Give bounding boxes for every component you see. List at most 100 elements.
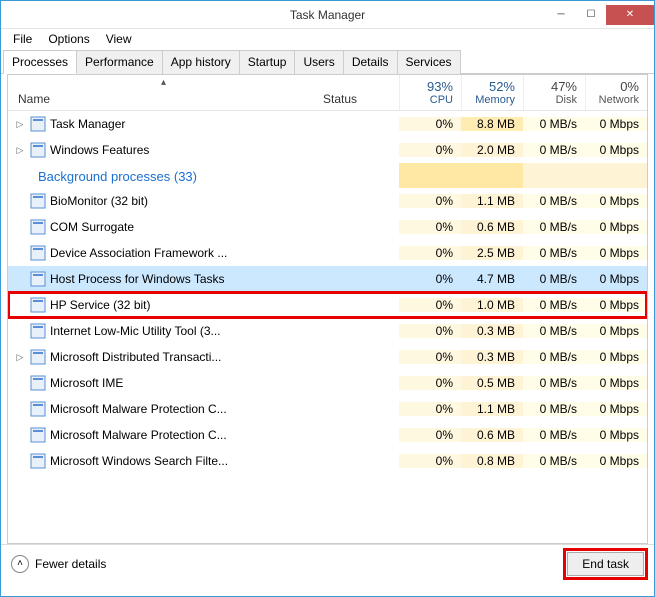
tab-app-history[interactable]: App history (162, 50, 240, 74)
process-name: Windows Features (50, 143, 149, 157)
disk-value: 0 MB/s (523, 298, 585, 312)
column-headers: ▴ Name Status 93% CPU 52% Memory 47% Dis… (8, 75, 647, 111)
disk-value: 0 MB/s (523, 402, 585, 416)
network-value: 0 Mbps (585, 298, 647, 312)
process-name: HP Service (32 bit) (50, 298, 150, 312)
column-memory[interactable]: 52% Memory (461, 75, 523, 110)
end-task-button[interactable]: End task (567, 552, 644, 576)
memory-value: 1.0 MB (461, 298, 523, 312)
process-list: ▴ Name Status 93% CPU 52% Memory 47% Dis… (7, 74, 648, 544)
table-row[interactable]: ▷Internet Low-Mic Utility Tool (3...0%0.… (8, 318, 647, 344)
process-name: COM Surrogate (50, 220, 134, 234)
tab-services[interactable]: Services (397, 50, 461, 74)
app-icon (30, 116, 46, 132)
cpu-value: 0% (399, 298, 461, 312)
cpu-value: 0% (399, 246, 461, 260)
menubar: File Options View (1, 29, 654, 49)
column-cpu[interactable]: 93% CPU (399, 75, 461, 110)
expander-icon[interactable]: ▷ (14, 119, 26, 130)
titlebar[interactable]: Task Manager ─ ☐ ✕ (1, 1, 654, 29)
table-row[interactable]: ▷Microsoft Malware Protection C...0%0.6 … (8, 422, 647, 448)
menu-file[interactable]: File (5, 30, 40, 48)
app-icon (30, 193, 46, 209)
column-network[interactable]: 0% Network (585, 75, 647, 110)
sort-arrow-icon: ▴ (161, 77, 166, 88)
memory-value: 0.5 MB (461, 376, 523, 390)
process-name: Microsoft Distributed Transacti... (50, 350, 221, 364)
tab-strip: Processes Performance App history Startu… (1, 49, 654, 74)
disk-value: 0 MB/s (523, 376, 585, 390)
process-name: Microsoft Windows Search Filte... (50, 454, 228, 468)
memory-value: 1.1 MB (461, 402, 523, 416)
process-name: Device Association Framework ... (50, 246, 227, 260)
memory-value: 4.7 MB (461, 272, 523, 286)
table-row[interactable]: ▷BioMonitor (32 bit)0%1.1 MB0 MB/s0 Mbps (8, 188, 647, 214)
network-value: 0 Mbps (585, 376, 647, 390)
fewer-details-button[interactable]: ˄ Fewer details (11, 555, 106, 573)
table-row[interactable]: ▷Device Association Framework ...0%2.5 M… (8, 240, 647, 266)
network-value: 0 Mbps (585, 246, 647, 260)
column-disk[interactable]: 47% Disk (523, 75, 585, 110)
disk-value: 0 MB/s (523, 324, 585, 338)
menu-view[interactable]: View (98, 30, 140, 48)
table-row[interactable]: ▷Task Manager0%8.8 MB0 MB/s0 Mbps (8, 111, 647, 137)
app-icon (30, 401, 46, 417)
network-value: 0 Mbps (585, 220, 647, 234)
disk-value: 0 MB/s (523, 194, 585, 208)
table-row[interactable]: ▷COM Surrogate0%0.6 MB0 MB/s0 Mbps (8, 214, 647, 240)
close-button[interactable]: ✕ (606, 5, 654, 25)
table-row[interactable]: ▷Microsoft Windows Search Filte...0%0.8 … (8, 448, 647, 474)
menu-options[interactable]: Options (40, 30, 97, 48)
expander-icon[interactable]: ▷ (14, 145, 26, 156)
tab-startup[interactable]: Startup (239, 50, 296, 74)
network-value: 0 Mbps (585, 324, 647, 338)
tab-details[interactable]: Details (343, 50, 398, 74)
tab-performance[interactable]: Performance (76, 50, 163, 74)
network-value: 0 Mbps (585, 272, 647, 286)
process-name: BioMonitor (32 bit) (50, 194, 148, 208)
cpu-value: 0% (399, 117, 461, 131)
footer: ˄ Fewer details End task (1, 544, 654, 582)
process-rows[interactable]: ▷Task Manager0%8.8 MB0 MB/s0 Mbps▷Window… (8, 111, 647, 543)
column-status[interactable]: Status (319, 75, 399, 110)
network-value: 0 Mbps (585, 428, 647, 442)
network-value: 0 Mbps (585, 117, 647, 131)
app-icon (30, 271, 46, 287)
tab-users[interactable]: Users (294, 50, 343, 74)
table-row[interactable]: ▷HP Service (32 bit)0%1.0 MB0 MB/s0 Mbps (8, 292, 647, 318)
group-header-row: Background processes (33) (8, 163, 647, 188)
background-processes-header[interactable]: Background processes (33) (8, 163, 399, 188)
memory-value: 2.5 MB (461, 246, 523, 260)
expander-icon[interactable]: ▷ (14, 352, 26, 363)
network-value: 0 Mbps (585, 350, 647, 364)
app-icon (30, 375, 46, 391)
tab-processes[interactable]: Processes (3, 50, 77, 74)
column-name[interactable]: ▴ Name (8, 75, 319, 110)
memory-value: 0.3 MB (461, 324, 523, 338)
memory-value: 0.6 MB (461, 428, 523, 442)
network-value: 0 Mbps (585, 194, 647, 208)
cpu-value: 0% (399, 272, 461, 286)
table-row[interactable]: ▷Microsoft Distributed Transacti...0%0.3… (8, 344, 647, 370)
memory-value: 8.8 MB (461, 117, 523, 131)
disk-value: 0 MB/s (523, 246, 585, 260)
cpu-value: 0% (399, 194, 461, 208)
table-row[interactable]: ▷Microsoft Malware Protection C...0%1.1 … (8, 396, 647, 422)
cpu-value: 0% (399, 454, 461, 468)
table-row[interactable]: ▷Host Process for Windows Tasks0%4.7 MB0… (8, 266, 647, 292)
minimize-button[interactable]: ─ (546, 5, 576, 25)
disk-value: 0 MB/s (523, 350, 585, 364)
table-row[interactable]: ▷Microsoft IME0%0.5 MB0 MB/s0 Mbps (8, 370, 647, 396)
disk-value: 0 MB/s (523, 454, 585, 468)
disk-value: 0 MB/s (523, 272, 585, 286)
memory-value: 0.8 MB (461, 454, 523, 468)
process-name: Host Process for Windows Tasks (50, 272, 225, 286)
process-name: Microsoft Malware Protection C... (50, 402, 227, 416)
table-row[interactable]: ▷Windows Features0%2.0 MB0 MB/s0 Mbps (8, 137, 647, 163)
app-icon (30, 323, 46, 339)
disk-value: 0 MB/s (523, 428, 585, 442)
disk-value: 0 MB/s (523, 117, 585, 131)
memory-value: 2.0 MB (461, 143, 523, 157)
maximize-button[interactable]: ☐ (576, 5, 606, 25)
network-value: 0 Mbps (585, 454, 647, 468)
